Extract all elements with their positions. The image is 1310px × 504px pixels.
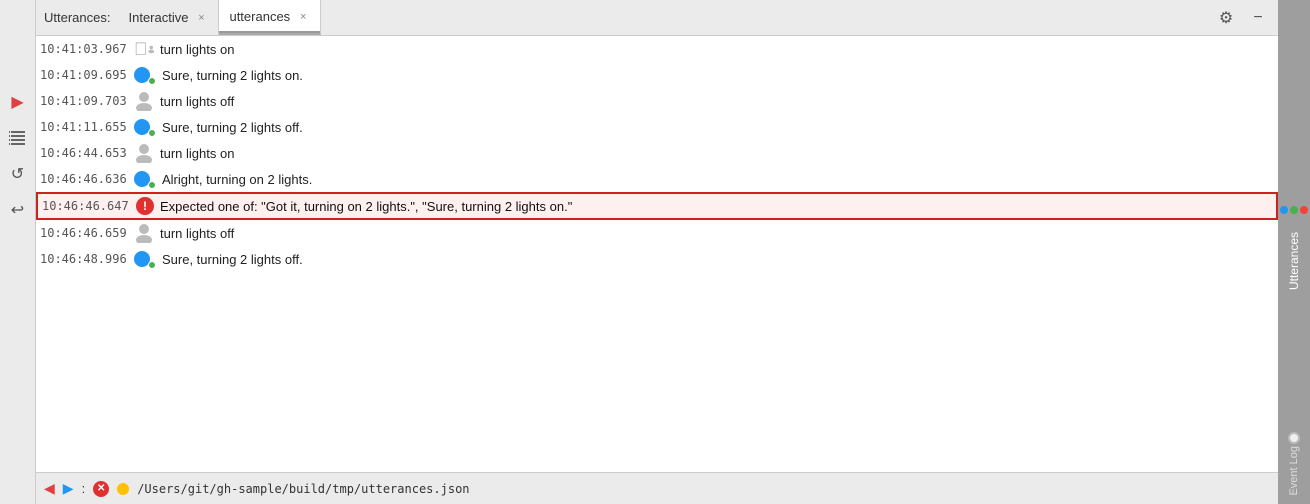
avatar-agent — [134, 249, 156, 269]
sidebar-undo-icon[interactable]: ↩ — [6, 198, 30, 222]
timestamp: 10:46:46.659 — [40, 226, 128, 240]
tab-interactive[interactable]: Interactive × — [118, 0, 219, 35]
message-text: turn lights on — [160, 42, 1270, 57]
tab-interactive-close[interactable]: × — [194, 11, 208, 25]
tab-utterances-close[interactable]: × — [296, 10, 310, 24]
avatar-agent — [134, 65, 156, 85]
message-text: Alright, turning on 2 lights. — [162, 172, 1270, 187]
avatar-user:  — [134, 39, 154, 59]
message-text: turn lights on — [160, 146, 1270, 161]
avatar-agent — [134, 117, 156, 137]
timestamp: 10:41:11.655 — [40, 120, 128, 134]
avatar-user — [134, 91, 154, 111]
messages-list: 10:41:03.967  turn lights on 10:41:09.6… — [36, 36, 1278, 472]
file-path: /Users/git/gh-sample/build/tmp/utterance… — [137, 482, 469, 496]
message-text: turn lights off — [160, 94, 1270, 109]
avatar-user — [134, 223, 154, 243]
avatar-agent — [134, 169, 156, 189]
tab-interactive-label: Interactive — [128, 10, 188, 25]
colon: : — [82, 481, 86, 496]
utterances-label: Utterances: — [44, 10, 110, 25]
event-log-area: Event Log — [1288, 432, 1300, 496]
message-row-error: 10:46:46.647 ! Expected one of: "Got it,… — [36, 192, 1278, 220]
tab-utterances[interactable]: utterances × — [219, 0, 321, 35]
minimize-icon[interactable]: − — [1246, 6, 1270, 30]
right-sidebar-tab[interactable]: Utterances — [1280, 206, 1308, 298]
right-arrow-icon[interactable]: ▶ — [63, 480, 74, 497]
timestamp: 10:46:48.996 — [40, 252, 128, 266]
timestamp: 10:41:03.967 — [40, 42, 128, 56]
sidebar-dot-green — [1290, 206, 1298, 214]
toolbar-icons: ⚙ − — [1214, 6, 1270, 30]
event-log-label: Event Log — [1288, 446, 1300, 496]
right-sidebar-label[interactable]: Utterances — [1283, 224, 1305, 298]
timestamp: 10:46:46.647 — [42, 199, 130, 213]
main-content: Utterances: Interactive × utterances × ⚙… — [36, 0, 1278, 504]
timestamp: 10:41:09.703 — [40, 94, 128, 108]
message-row: 10:41:03.967  turn lights on — [36, 36, 1278, 62]
sidebar-play-icon[interactable]: ▶ — [6, 90, 30, 114]
left-sidebar: ▶ ↺ ↩ — [0, 0, 36, 504]
message-row: 10:46:44.653 turn lights on — [36, 140, 1278, 166]
event-log-radio — [1288, 432, 1300, 444]
message-row: 10:41:09.695 Sure, turning 2 lights on. — [36, 62, 1278, 88]
message-text-error: Expected one of: "Got it, turning on 2 l… — [160, 199, 1268, 214]
timestamp: 10:46:44.653 — [40, 146, 128, 160]
error-icon: ! — [136, 197, 154, 215]
message-row: 10:46:48.996 Sure, turning 2 lights off. — [36, 246, 1278, 272]
message-text: Sure, turning 2 lights off. — [162, 252, 1270, 267]
bottom-warning-dot — [117, 483, 129, 495]
message-row: 10:41:11.655 Sure, turning 2 lights off. — [36, 114, 1278, 140]
right-sidebar: Utterances Event Log — [1278, 0, 1310, 504]
timestamp: 10:41:09.695 — [40, 68, 128, 82]
settings-icon[interactable]: ⚙ — [1214, 6, 1238, 30]
tab-bar: Utterances: Interactive × utterances × ⚙… — [36, 0, 1278, 36]
message-text: Sure, turning 2 lights on. — [162, 68, 1270, 83]
message-text: Sure, turning 2 lights off. — [162, 120, 1270, 135]
message-row: 10:46:46.659 turn lights off — [36, 220, 1278, 246]
message-row: 10:41:09.703 turn lights off — [36, 88, 1278, 114]
sidebar-list-icon[interactable] — [6, 126, 30, 150]
sidebar-dot-blue — [1280, 206, 1288, 214]
left-arrow-icon[interactable]: ◀ — [44, 480, 55, 497]
message-row: 10:46:46.636 Alright, turning on 2 light… — [36, 166, 1278, 192]
sidebar-dot-red — [1300, 206, 1308, 214]
bottom-error-icon: ✕ — [93, 481, 109, 497]
timestamp: 10:46:46.636 — [40, 172, 128, 186]
tab-utterances-label: utterances — [229, 9, 290, 24]
message-text: turn lights off — [160, 226, 1270, 241]
bottom-bar: ◀ ▶ : ✕ /Users/git/gh-sample/build/tmp/u… — [36, 472, 1278, 504]
sidebar-refresh-icon[interactable]: ↺ — [6, 162, 30, 186]
avatar-user — [134, 143, 154, 163]
